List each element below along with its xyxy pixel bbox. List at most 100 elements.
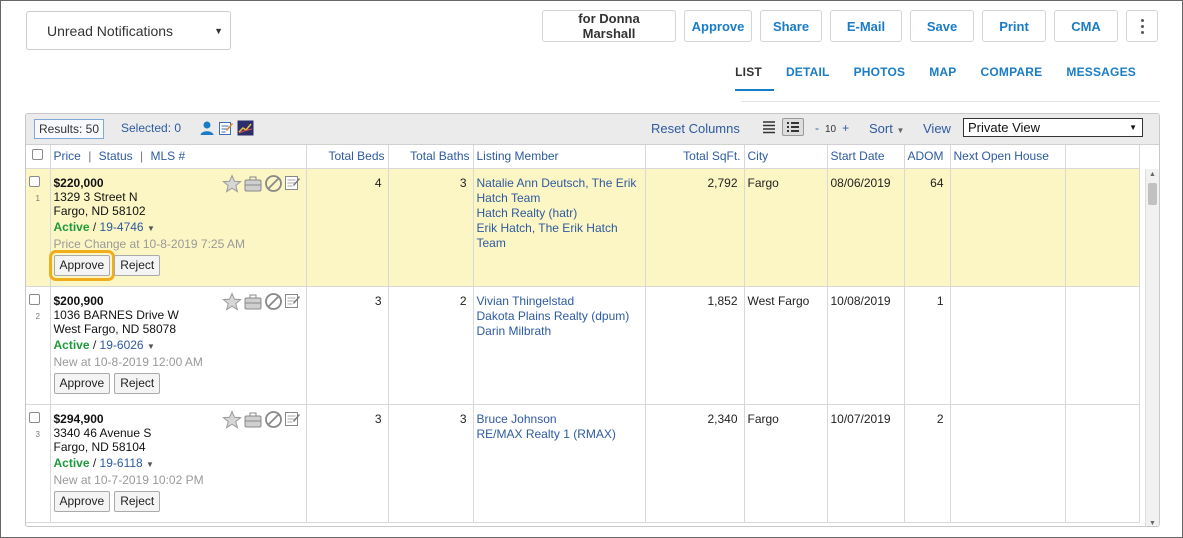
listing-agent-link[interactable]: Natalie Ann Deutsch, The Erik Hatch Team: [477, 176, 642, 206]
open-house-cell: [950, 168, 1066, 287]
listing-address-line2: Fargo, ND 58102: [53, 203, 146, 218]
beds-header[interactable]: Total Beds: [306, 145, 389, 169]
scroll-thumb[interactable]: [1148, 183, 1157, 205]
adom-cell: 2: [904, 404, 951, 523]
approve-listing-button[interactable]: Approve: [53, 372, 111, 394]
grid-view-icon[interactable]: [782, 118, 804, 136]
open-house-header[interactable]: Next Open House: [950, 145, 1066, 169]
sort-menu[interactable]: Sort ▼: [869, 121, 904, 136]
co-agent-link[interactable]: Darin Milbrath: [477, 324, 642, 339]
client-button[interactable]: for Donna Marshall: [542, 10, 676, 42]
view-select[interactable]: Private View ▼: [963, 118, 1143, 137]
star-icon[interactable]: [221, 409, 242, 430]
sort-mls[interactable]: MLS #: [151, 149, 186, 163]
listings-table: Price | Status | MLS # Total Beds Total …: [26, 145, 1140, 523]
page-size-decrease[interactable]: -: [815, 121, 819, 135]
listing-office-link[interactable]: RE/MAX Realty 1 (RMAX): [477, 427, 642, 442]
select-all-checkbox[interactable]: [32, 149, 44, 161]
note-edit-icon[interactable]: [284, 410, 302, 428]
row-checkbox[interactable]: [29, 411, 40, 423]
page-size-increase[interactable]: +: [842, 121, 849, 135]
save-button[interactable]: Save: [910, 10, 974, 42]
share-button[interactable]: Share: [760, 10, 822, 42]
listing-address-line2: Fargo, ND 58104: [53, 439, 146, 454]
vertical-scrollbar[interactable]: ▲ ▼: [1145, 169, 1159, 526]
start-date-cell: 10/08/2019: [827, 286, 905, 405]
tab-map[interactable]: MAP: [917, 63, 968, 91]
beds-cell: 4: [306, 168, 389, 287]
baths-header[interactable]: Total Baths: [388, 145, 474, 169]
listing-status: Active: [53, 219, 90, 234]
briefcase-icon[interactable]: [243, 410, 263, 430]
kebab-icon: [1140, 18, 1144, 34]
tab-compare[interactable]: COMPARE: [969, 63, 1055, 91]
edit-notes-icon[interactable]: [218, 120, 234, 136]
reject-listing-button[interactable]: Reject: [114, 490, 161, 512]
row-checkbox[interactable]: [29, 175, 40, 187]
briefcase-icon[interactable]: [243, 174, 263, 194]
toolbar: for Donna Marshall Approve Share E-Mail …: [542, 10, 1158, 42]
listing-office-link[interactable]: Hatch Realty (hatr): [477, 206, 642, 221]
chart-icon[interactable]: [237, 120, 254, 136]
notifications-dropdown[interactable]: Unread Notifications ▼: [26, 11, 231, 50]
row-select-cell: 3: [26, 404, 51, 523]
note-edit-icon[interactable]: [284, 174, 302, 192]
email-button[interactable]: E-Mail: [830, 10, 902, 42]
block-icon[interactable]: [264, 410, 283, 429]
adom-header[interactable]: ADOM: [904, 145, 951, 169]
reset-columns-link[interactable]: Reset Columns: [651, 121, 740, 136]
more-menu-button[interactable]: [1126, 10, 1158, 42]
start-date-header[interactable]: Start Date: [827, 145, 905, 169]
sqft-cell: 2,340: [645, 404, 745, 523]
reject-listing-button[interactable]: Reject: [114, 372, 161, 394]
mls-link[interactable]: 19-6118: [100, 456, 143, 470]
chevron-down-icon[interactable]: ▼: [146, 460, 154, 469]
row-checkbox[interactable]: [29, 293, 40, 305]
tab-photos[interactable]: PHOTOS: [842, 63, 918, 91]
approve-listing-button[interactable]: Approve: [48, 249, 116, 281]
listing-change-note: New at 10-8-2019 12:00 AM: [53, 354, 203, 369]
table-row[interactable]: 2 $200,900 1036 BARNES Drive W West Farg…: [26, 286, 1140, 405]
sort-status[interactable]: Status: [99, 149, 133, 163]
approve-button[interactable]: Approve: [684, 10, 752, 42]
mls-link[interactable]: 19-4746: [100, 220, 144, 234]
table-row[interactable]: 3 $294,900 3340 46 Avenue S Fargo, ND 58…: [26, 404, 1140, 523]
row-select-cell: 1: [26, 168, 51, 287]
briefcase-icon[interactable]: [243, 292, 263, 312]
sort-price[interactable]: Price: [54, 149, 81, 163]
block-icon[interactable]: [264, 292, 283, 311]
tab-messages[interactable]: MESSAGES: [1054, 63, 1148, 91]
scroll-down-icon[interactable]: ▼: [1149, 520, 1156, 526]
view-select-value: Private View: [968, 120, 1041, 135]
scroll-up-icon[interactable]: ▲: [1149, 171, 1156, 178]
person-icon[interactable]: [199, 120, 215, 136]
co-agent-link[interactable]: Erik Hatch, The Erik Hatch Team: [477, 221, 642, 251]
cma-button[interactable]: CMA: [1054, 10, 1118, 42]
sqft-cell: 1,852: [645, 286, 745, 405]
chevron-down-icon[interactable]: ▼: [147, 224, 155, 233]
listing-summary-cell: $200,900 1036 BARNES Drive W West Fargo,…: [50, 286, 307, 405]
list-view-icon[interactable]: [762, 120, 776, 134]
member-header[interactable]: Listing Member: [473, 145, 646, 169]
listing-agent-link[interactable]: Vivian Thingelstad: [477, 294, 642, 309]
chevron-down-icon[interactable]: ▼: [147, 342, 155, 351]
mls-link[interactable]: 19-6026: [100, 338, 144, 352]
listing-office-link[interactable]: Dakota Plains Realty (dpum): [477, 309, 642, 324]
star-icon[interactable]: [221, 173, 242, 194]
city-header[interactable]: City: [744, 145, 828, 169]
results-count[interactable]: Results: 50: [34, 119, 105, 139]
selected-count[interactable]: Selected: 0: [121, 121, 181, 135]
tab-list[interactable]: LIST: [735, 63, 774, 91]
approve-listing-button[interactable]: Approve: [53, 490, 111, 512]
star-icon[interactable]: [221, 291, 242, 312]
note-edit-icon[interactable]: [284, 292, 302, 310]
print-button[interactable]: Print: [982, 10, 1046, 42]
header-separator: |: [88, 149, 92, 164]
reject-listing-button[interactable]: Reject: [114, 254, 161, 276]
block-icon[interactable]: [264, 174, 283, 193]
row-action-icons: [221, 291, 302, 312]
table-row[interactable]: 1 $220,000 1329 3 Street N Fargo, ND 581…: [26, 168, 1140, 287]
tab-detail[interactable]: DETAIL: [774, 63, 842, 91]
listing-agent-link[interactable]: Bruce Johnson: [477, 412, 642, 427]
sqft-header[interactable]: Total SqFt.: [645, 145, 745, 169]
